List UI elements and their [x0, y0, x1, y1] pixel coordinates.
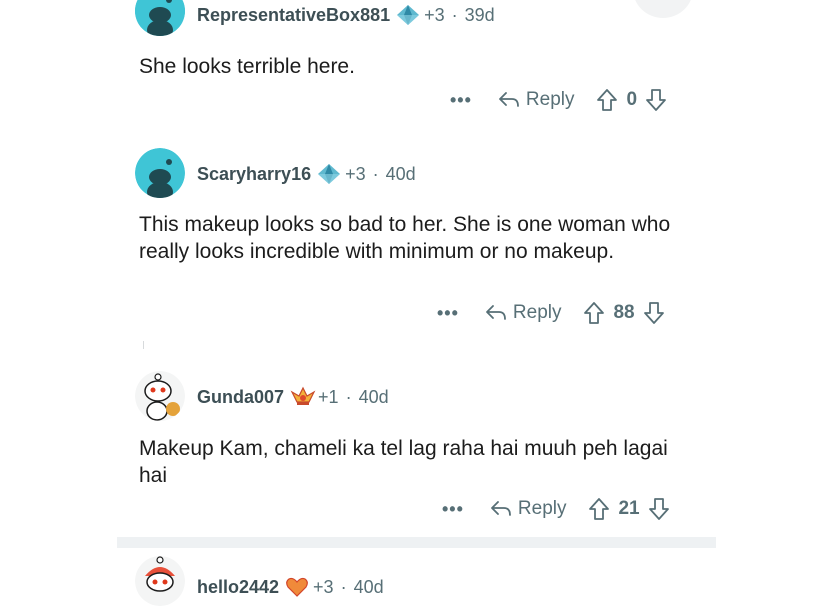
upvote-icon[interactable] — [596, 88, 618, 112]
vote-controls: 88 — [583, 301, 664, 325]
snoo-avatar-icon — [135, 556, 185, 606]
reply-label: Reply — [517, 498, 567, 519]
crown-award-icon[interactable] — [290, 386, 316, 408]
overflow-circle-button[interactable] — [633, 0, 693, 18]
thread-line — [143, 341, 144, 349]
comment-meta: Gunda007 +1 · 40d — [197, 386, 389, 408]
avatar[interactable] — [135, 0, 185, 36]
avatar[interactable] — [135, 556, 185, 606]
reply-button[interactable]: Reply — [485, 302, 562, 324]
username[interactable]: hello2442 — [197, 577, 279, 598]
award-count: +3 — [313, 576, 334, 597]
crystal-award-icon[interactable] — [396, 4, 420, 26]
snoo-avatar-icon — [135, 371, 185, 421]
username[interactable]: RepresentativeBox881 — [197, 5, 390, 26]
separator-dot: · — [372, 163, 379, 184]
vote-controls: 0 — [596, 88, 667, 112]
thread-divider — [117, 537, 716, 548]
separator-dot: · — [345, 386, 352, 407]
crystal-award-icon[interactable] — [317, 163, 341, 185]
comment-text: Makeup Kam, chameli ka tel lag raha hai … — [139, 437, 668, 487]
comment-text: This makeup looks so bad to her. She is … — [139, 213, 671, 263]
comment-actions: ••• Reply 21 — [442, 497, 670, 521]
vote-controls: 21 — [588, 497, 669, 521]
downvote-icon[interactable] — [643, 301, 665, 325]
comment-actions: ••• Reply 0 — [450, 88, 667, 112]
reply-arrow-icon — [486, 305, 506, 320]
comment-meta: hello2442 +3 · 40d — [197, 576, 384, 598]
upvote-icon[interactable] — [583, 301, 605, 325]
vote-count: 0 — [626, 89, 638, 110]
avatar[interactable] — [135, 148, 185, 198]
more-options-button[interactable]: ••• — [450, 90, 472, 111]
reply-label: Reply — [525, 89, 575, 110]
avatar[interactable] — [135, 371, 185, 421]
more-options-button[interactable]: ••• — [442, 499, 464, 520]
username[interactable]: Scaryharry16 — [197, 164, 311, 185]
reply-arrow-icon — [491, 501, 511, 516]
award-count: +1 — [318, 386, 339, 407]
reply-button[interactable]: Reply — [498, 89, 575, 111]
more-options-button[interactable]: ••• — [437, 303, 459, 324]
snoo-avatar-icon — [135, 0, 185, 36]
comment-age: 40d — [385, 163, 416, 184]
separator-dot: · — [340, 576, 347, 597]
comment-actions: ••• Reply 88 — [437, 301, 665, 325]
downvote-icon[interactable] — [648, 497, 670, 521]
comment-meta: RepresentativeBox881 +3 · 39d — [197, 4, 495, 26]
reply-button[interactable]: Reply — [490, 498, 567, 520]
reply-label: Reply — [512, 302, 562, 323]
award-count: +3 — [424, 4, 445, 25]
vote-count: 88 — [613, 302, 635, 323]
comment-age: 40d — [358, 386, 389, 407]
heart-award-icon[interactable] — [285, 576, 309, 598]
comment-text: She looks terrible here. — [139, 55, 355, 78]
separator-dot: · — [451, 4, 458, 25]
username[interactable]: Gunda007 — [197, 387, 284, 408]
snoo-avatar-icon — [135, 148, 185, 198]
comment-age: 40d — [353, 576, 384, 597]
comment-meta: Scaryharry16 +3 · 40d — [197, 163, 416, 185]
vote-count: 21 — [618, 498, 640, 519]
comment-age: 39d — [464, 4, 495, 25]
downvote-icon[interactable] — [645, 88, 667, 112]
upvote-icon[interactable] — [588, 497, 610, 521]
award-count: +3 — [345, 163, 366, 184]
reply-arrow-icon — [499, 92, 519, 107]
